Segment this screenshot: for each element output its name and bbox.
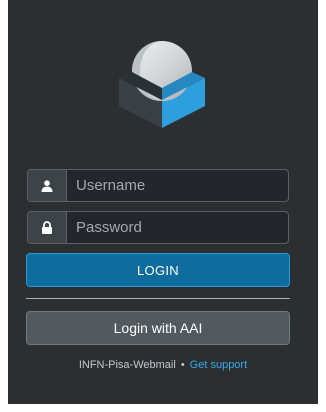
login-panel: LOGIN Login with AAI INFN-Pisa-Webmail • G… [8,0,318,404]
username-icon-box [28,170,67,201]
footer: INFN-Pisa-Webmail • Get support [8,359,318,371]
user-icon [41,179,53,192]
login-button[interactable]: LOGIN [26,253,290,287]
divider [26,298,290,299]
password-input[interactable] [67,212,288,243]
username-input[interactable] [67,170,288,201]
password-field-group [27,211,289,244]
roundcube-logo-icon [119,41,205,128]
footer-separator: • [180,359,185,371]
login-with-aai-button[interactable]: Login with AAI [26,311,290,345]
product-name: INFN-Pisa-Webmail [78,359,176,371]
get-support-link[interactable]: Get support [190,359,247,371]
lock-icon [42,221,52,234]
password-icon-box [28,212,67,243]
username-field-group [27,169,289,202]
